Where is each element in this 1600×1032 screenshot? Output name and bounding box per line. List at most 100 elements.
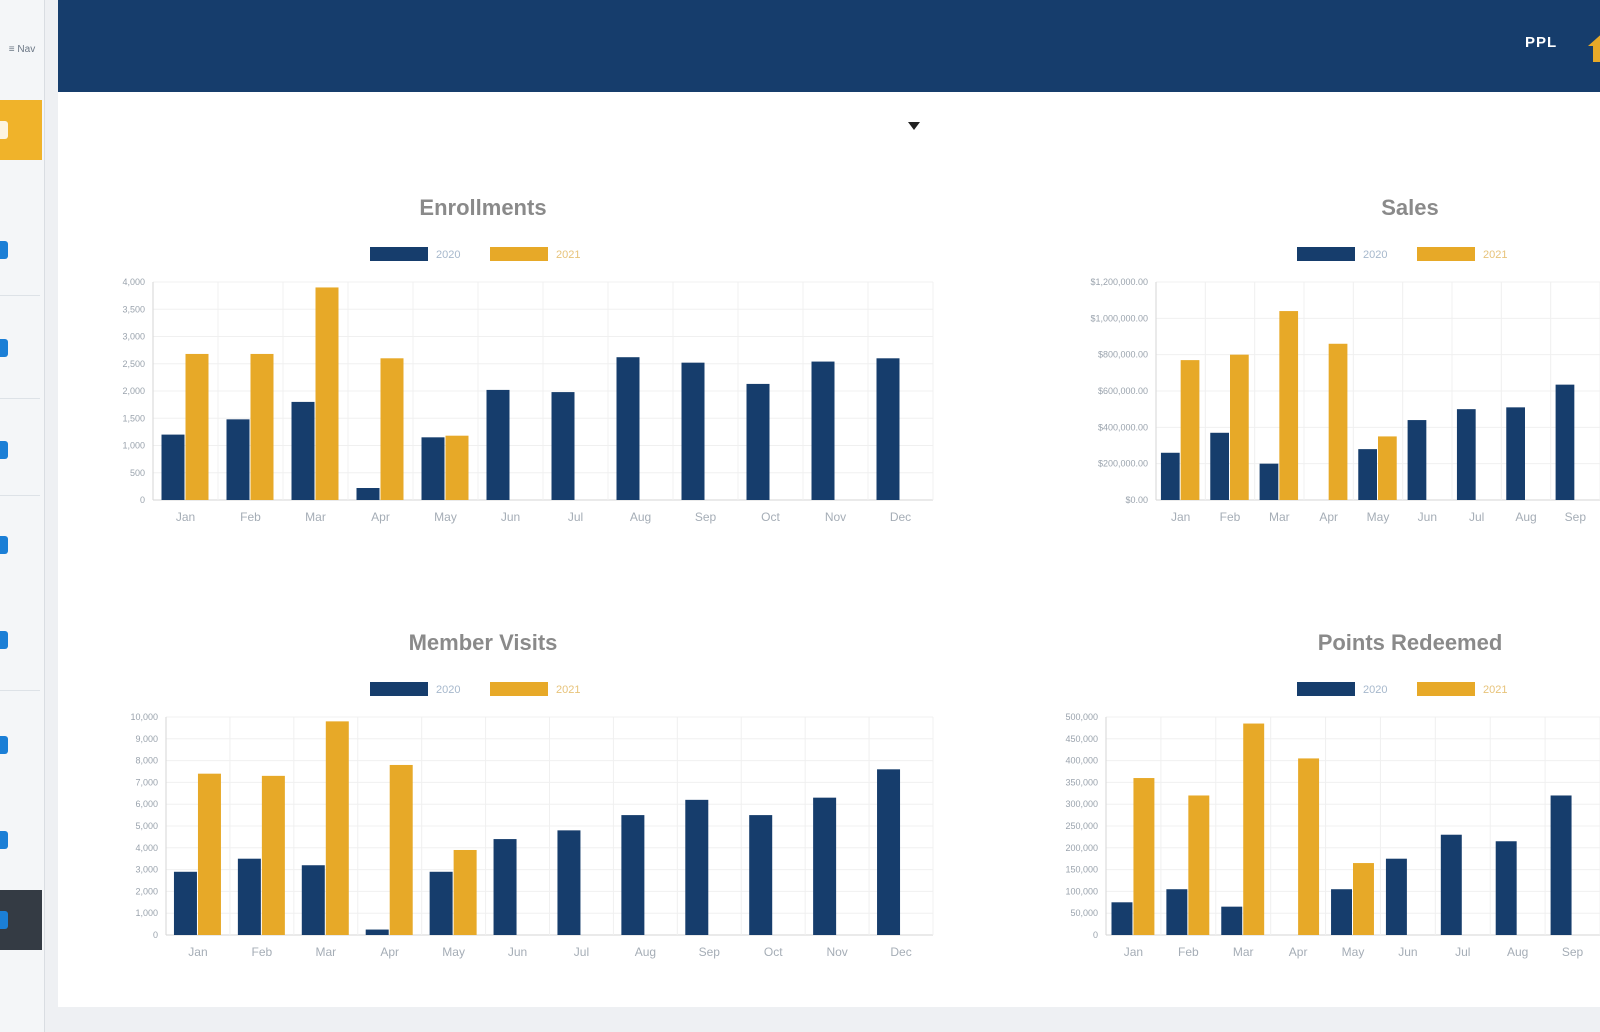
bar[interactable] [616,357,640,500]
bar[interactable] [356,488,380,500]
bar[interactable] [1188,795,1210,935]
bar[interactable] [1385,858,1407,935]
bar[interactable] [551,392,575,500]
bar[interactable] [315,287,339,500]
bar[interactable] [173,871,197,935]
bar[interactable] [877,769,901,935]
legend-label[interactable]: 2020 [1363,684,1387,696]
bar[interactable] [453,849,477,935]
bar[interactable] [621,815,645,935]
bar[interactable] [421,437,445,500]
bar[interactable] [685,799,709,935]
bar[interactable] [1133,778,1155,935]
legend-swatch[interactable] [1417,682,1475,696]
legend-label[interactable]: 2021 [556,684,580,696]
bar[interactable] [1328,343,1348,500]
bar[interactable] [445,435,469,500]
legend-swatch[interactable] [1297,682,1355,696]
bar[interactable] [749,815,773,935]
y-tick-label: $1,000,000.00 [1090,313,1148,323]
bar[interactable] [429,871,453,935]
bar[interactable] [1407,420,1427,500]
legend-swatch[interactable] [1297,247,1355,261]
bar[interactable] [681,362,705,500]
bar[interactable] [1358,449,1377,500]
bar[interactable] [250,353,274,500]
y-tick-label: 1,000 [122,441,145,451]
bar[interactable] [226,419,250,500]
legend-label[interactable]: 2020 [436,249,460,261]
bar[interactable] [1230,354,1249,500]
bar[interactable] [197,773,221,935]
bar[interactable] [325,721,349,935]
home-icon[interactable] [1586,28,1600,64]
bar[interactable] [1210,432,1229,500]
bar[interactable] [1166,889,1188,935]
chevron-down-icon[interactable] [908,122,920,130]
sidebar-item-3[interactable] [0,318,42,378]
bar[interactable] [1111,902,1133,935]
x-tick-label: Jun [1398,945,1417,959]
sidebar-item-5[interactable] [0,515,42,575]
bar[interactable] [380,358,404,500]
bar[interactable] [1180,360,1200,500]
legend-swatch[interactable] [490,247,548,261]
bar[interactable] [1160,452,1180,500]
y-tick-label: $600,000.00 [1098,386,1148,396]
bar[interactable] [1495,841,1517,935]
legend-label[interactable]: 2020 [436,684,460,696]
legend-label[interactable]: 2021 [556,249,580,261]
chart-title: Points Redeemed [1318,630,1503,655]
bar[interactable] [1456,409,1476,500]
sidebar-nav-label[interactable]: ≡ Nav [0,44,44,55]
bar[interactable] [161,434,185,500]
bar[interactable] [1221,906,1243,935]
legend-swatch[interactable] [370,247,428,261]
bar[interactable] [301,865,325,935]
bar[interactable] [1259,463,1279,500]
bar[interactable] [557,830,581,935]
legend-swatch[interactable] [370,682,428,696]
bar[interactable] [813,797,837,935]
bar[interactable] [746,383,770,500]
sidebar-item-8[interactable] [0,810,42,870]
sidebar-item-7[interactable] [0,715,42,775]
legend-label[interactable]: 2021 [1483,249,1507,261]
bar[interactable] [1298,758,1320,935]
bar[interactable] [486,389,510,500]
bar[interactable] [1279,311,1299,500]
y-tick-label: $200,000.00 [1098,459,1148,469]
sidebar-item-dashboard[interactable] [0,100,42,160]
bar[interactable] [185,353,209,500]
y-tick-label: 200,000 [1065,843,1098,853]
sidebar-item-2[interactable] [0,220,42,280]
bar[interactable] [389,764,413,935]
sidebar-item-6[interactable] [0,610,42,670]
bar[interactable] [291,401,315,500]
bar[interactable] [261,775,285,935]
sidebar-item-collapse[interactable] [0,890,42,950]
bar[interactable] [493,839,517,935]
bar[interactable] [1353,863,1374,935]
bar[interactable] [1378,436,1397,500]
chart-title: Member Visits [409,630,558,655]
legend-label[interactable]: 2020 [1363,249,1387,261]
y-tick-label: 5,000 [135,821,158,831]
legend-swatch[interactable] [1417,247,1475,261]
chart-title: Sales [1381,195,1439,220]
bar[interactable] [876,358,900,500]
bar[interactable] [1506,407,1525,500]
bar[interactable] [237,858,261,935]
bar[interactable] [811,361,835,500]
bar[interactable] [1555,384,1575,500]
bar[interactable] [1331,889,1352,935]
bar[interactable] [1440,834,1462,935]
y-tick-label: 3,000 [135,865,158,875]
bar[interactable] [365,929,389,935]
legend-label[interactable]: 2021 [1483,684,1507,696]
sidebar-item-4[interactable] [0,420,42,480]
user-initials[interactable]: PPL [1525,34,1557,51]
bar[interactable] [1243,723,1265,935]
bar[interactable] [1550,795,1572,935]
legend-swatch[interactable] [490,682,548,696]
